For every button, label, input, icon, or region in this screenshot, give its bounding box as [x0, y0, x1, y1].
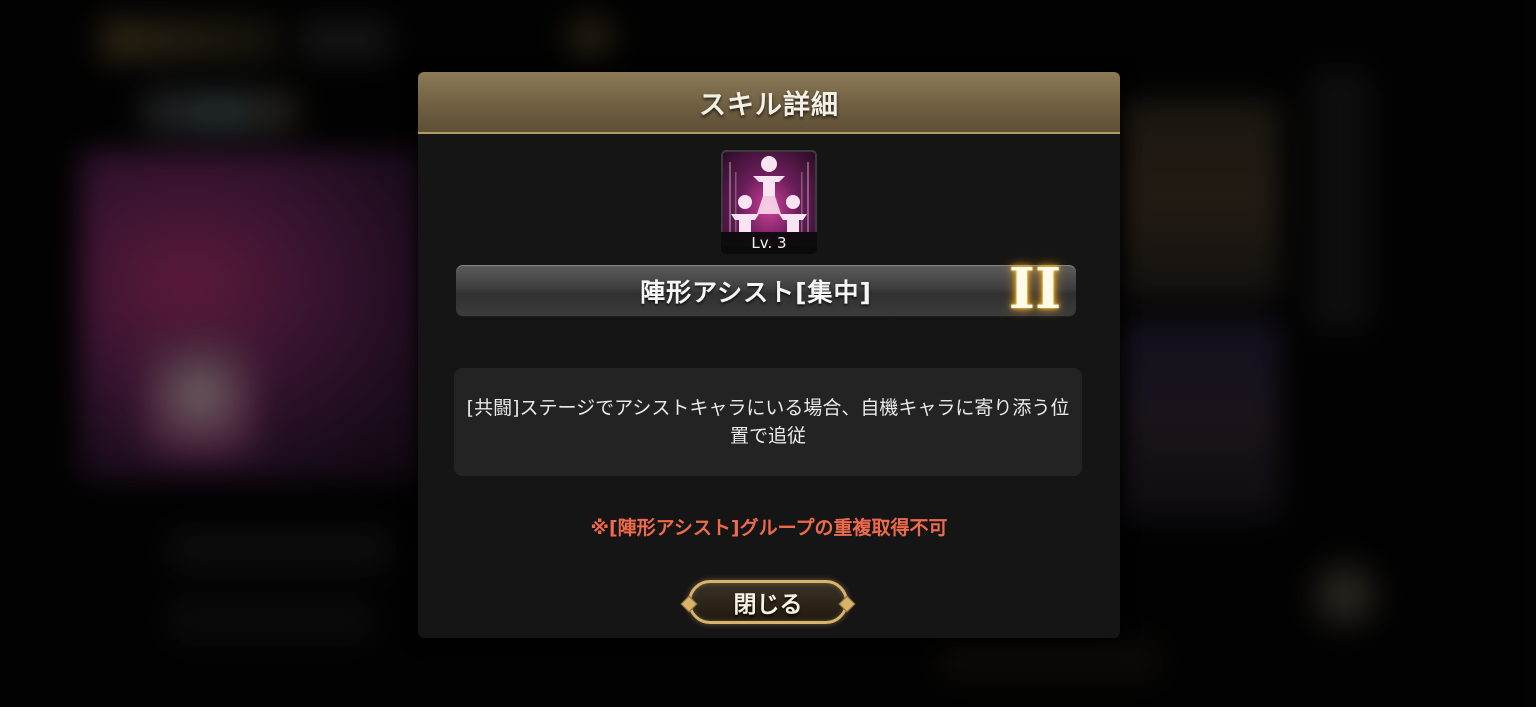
screen: スキル詳細 Lv. 3 陣形アシスト[集中] II [共闘]ステージでアシストキ… [0, 0, 1536, 707]
skill-name: 陣形アシスト[集中] [640, 278, 872, 307]
formation-assist-icon-graphic [729, 156, 809, 232]
close-button[interactable]: 閉じる [680, 580, 856, 624]
skill-restriction-note: ※[陣形アシスト]グループの重複取得不可 [590, 517, 948, 539]
button-ornament-icon [838, 595, 856, 613]
close-button-label: 閉じる [733, 592, 803, 618]
skill-description: [共闘]ステージでアシストキャラにいる場合、自機キャラに寄り添う位置で追従 [466, 397, 1070, 447]
skill-rank-badge: II [1008, 256, 1062, 322]
skill-name-bar: 陣形アシスト[集中] [456, 265, 1076, 317]
dialog-header: スキル詳細 [418, 72, 1120, 134]
dialog-title: スキル詳細 [699, 89, 839, 121]
button-ornament-icon [680, 595, 698, 613]
skill-description-box: [共闘]ステージでアシストキャラにいる場合、自機キャラに寄り添う位置で追従 [454, 368, 1082, 476]
skill-detail-dialog: スキル詳細 Lv. 3 陣形アシスト[集中] II [共闘]ステージでアシストキ… [418, 72, 1120, 638]
skill-level-label: Lv. 3 [721, 232, 817, 254]
